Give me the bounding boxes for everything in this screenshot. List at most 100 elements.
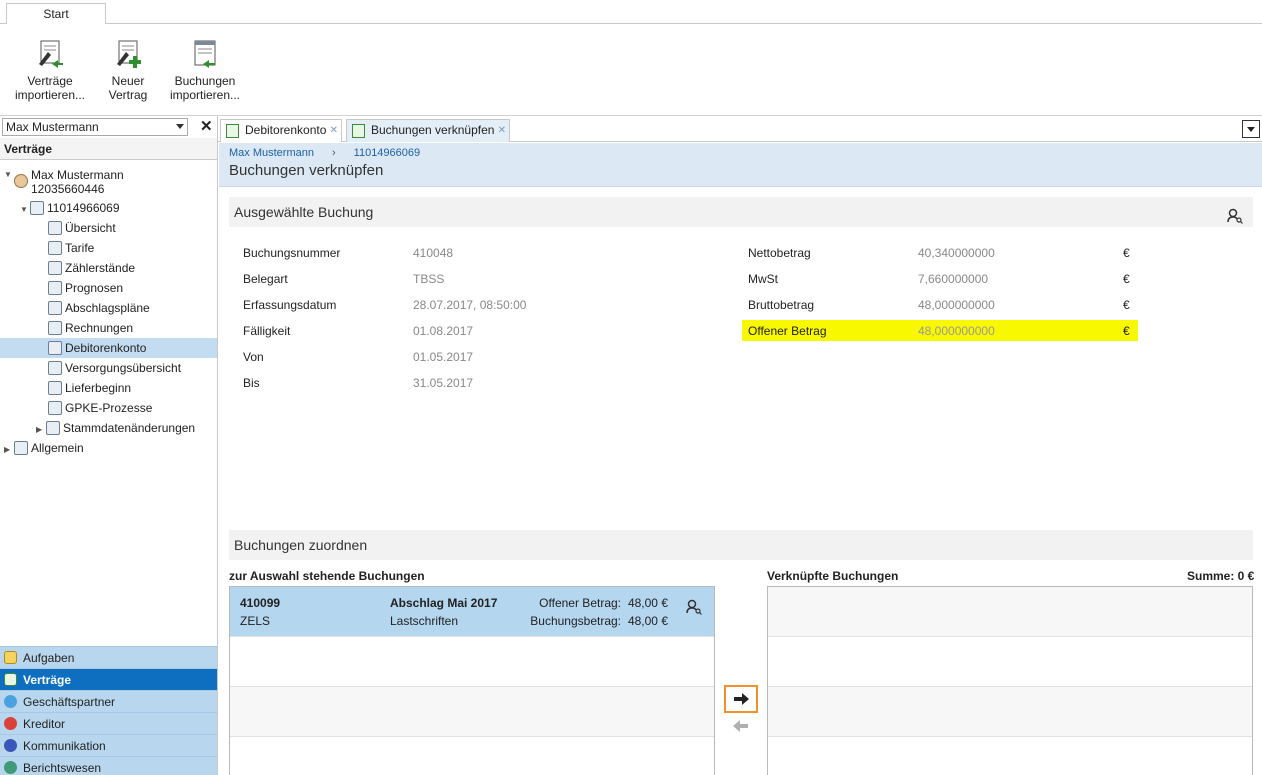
tree-item-label: Debitorenkonto: [65, 341, 147, 355]
import-contracts-button[interactable]: Verträge importieren...: [12, 38, 88, 102]
new-contract-label-1: Neuer: [111, 74, 145, 88]
section-title: Ausgewählte Buchung: [234, 204, 374, 220]
tree-item-label: Abschlagspläne: [65, 301, 150, 315]
close-icon[interactable]: ✕: [498, 120, 506, 141]
page-header: Max Mustermann › 11014966069 Buchungen ver…: [219, 143, 1262, 187]
nav-creditor[interactable]: Kreditor: [0, 712, 217, 734]
booking-row[interactable]: 410099 ZELS Abschlag Mai 2017 Lastschrif…: [230, 587, 714, 637]
empty-row: [768, 687, 1252, 737]
tree-item-label: Tarife: [65, 241, 95, 255]
link-booking-button[interactable]: [724, 685, 758, 713]
nav-label: Berichtswesen: [23, 761, 102, 775]
field-entry-date: Erfassungsdatum 28.07.2017, 08:50:00: [243, 298, 527, 312]
booking-subtitle: Lastschriften: [390, 614, 459, 628]
tree-node-general[interactable]: ▶ Allgemein: [4, 438, 84, 458]
new-contract-icon: [112, 38, 144, 70]
contract-icon: [226, 124, 239, 138]
tree-item-invoices[interactable]: Rechnungen: [48, 318, 133, 338]
tree-item-forecasts[interactable]: Prognosen: [48, 278, 123, 298]
sum-label: Summe: 0 €: [1187, 569, 1255, 583]
nav-label: Geschäftspartner: [23, 695, 116, 709]
expand-icon[interactable]: ▶: [36, 420, 46, 440]
person-name: Max Mustermann: [31, 168, 124, 182]
field-open-amount: Offener Betrag 48,000000000 €: [748, 324, 1130, 338]
tree-item-installment-plans[interactable]: Abschlagspläne: [48, 298, 150, 318]
empty-row: [230, 687, 714, 737]
ribbon-tab-start[interactable]: Start: [6, 3, 106, 25]
overview-icon: [48, 221, 62, 235]
field-gross-amount: Bruttobetrag 48,000000000 €: [748, 298, 1130, 312]
collapse-button[interactable]: [1242, 120, 1260, 138]
contract-icon: [4, 673, 17, 686]
booking-type: ZELS: [240, 614, 271, 628]
import-contracts-icon: [34, 38, 66, 70]
breadcrumb-contract[interactable]: 11014966069: [354, 147, 420, 159]
creditor-icon: [4, 717, 17, 730]
chevron-down-icon: [176, 124, 184, 129]
import-bookings-icon: [189, 38, 221, 70]
tree-item-supply-overview[interactable]: Versorgungsübersicht: [48, 358, 181, 378]
close-icon[interactable]: ✕: [330, 120, 338, 141]
tree-item-debtor-account[interactable]: Debitorenkonto: [0, 338, 217, 358]
breadcrumb: Max Mustermann › 11014966069: [229, 147, 438, 159]
import-bookings-label-2: importieren...: [169, 88, 241, 102]
tree-node-contract[interactable]: ▼ 11014966069: [20, 198, 120, 218]
left-panel: Max Mustermann ✕ Verträge ▼ Max Musterma…: [0, 116, 218, 775]
expand-icon[interactable]: ▼: [4, 168, 14, 182]
tab-debtor-account[interactable]: Debitorenkonto ✕: [220, 119, 342, 142]
tree-item-supply-start[interactable]: Lieferbeginn: [48, 378, 131, 398]
nav-label: Aufgaben: [23, 651, 75, 665]
tree-item-gpke-processes[interactable]: GPKE-Prozesse: [48, 398, 152, 418]
master-data-icon: [46, 421, 60, 435]
section-title: Buchungen zuordnen: [234, 537, 368, 553]
nav-communication[interactable]: Kommunikation: [0, 734, 217, 756]
nav-label: Kommunikation: [23, 739, 106, 753]
nav-tasks[interactable]: Aufgaben: [0, 646, 217, 668]
import-contracts-label-1: Verträge: [27, 74, 73, 88]
tree-item-meter-readings[interactable]: Zählerstände: [48, 258, 135, 278]
unlink-booking-button[interactable]: [731, 718, 751, 734]
expand-icon[interactable]: ▼: [20, 200, 30, 220]
nav-contracts[interactable]: Verträge: [0, 668, 217, 690]
search-person-icon[interactable]: [686, 599, 702, 618]
empty-row: [230, 637, 714, 687]
close-icon[interactable]: ✕: [200, 117, 213, 135]
search-person-icon[interactable]: [1227, 204, 1243, 234]
module-nav: Aufgaben Verträge Geschäftspartner Kredi…: [0, 646, 217, 775]
breadcrumb-partner[interactable]: Max Mustermann: [229, 147, 314, 159]
tree-item-label: Prognosen: [65, 281, 124, 295]
nav-reports[interactable]: Berichtswesen: [0, 756, 217, 775]
import-bookings-button[interactable]: Buchungen importieren...: [166, 38, 244, 102]
assign-bookings-header: Buchungen zuordnen: [229, 530, 1253, 560]
new-contract-button[interactable]: Neuer Vertrag: [100, 38, 156, 102]
tree-node-master-data-changes[interactable]: ▶ Stammdatenänderungen: [36, 418, 195, 438]
clipboard-icon: [4, 651, 17, 664]
field-net-amount: Nettobetrag 40,340000000 €: [748, 246, 1130, 260]
invoice-icon: [48, 321, 62, 335]
tree-item-label: Stammdatenänderungen: [63, 421, 196, 435]
tree-node-person[interactable]: ▼ Max Mustermann 12035660446: [4, 168, 124, 198]
booking-title: Abschlag Mai 2017: [390, 596, 498, 610]
nav-business-partners[interactable]: Geschäftspartner: [0, 690, 217, 712]
partner-select[interactable]: Max Mustermann: [2, 118, 188, 136]
document-tabs: Debitorenkonto ✕ Buchungen verknüpfen ✕: [218, 116, 1262, 142]
page-title: Buchungen verknüpfen: [229, 162, 384, 179]
tab-label: Debitorenkonto: [245, 123, 327, 137]
tab-link-bookings[interactable]: Buchungen verknüpfen ✕: [346, 119, 510, 142]
tree-item-overview[interactable]: Übersicht: [48, 218, 116, 238]
expand-icon[interactable]: ▶: [4, 440, 14, 460]
contract-icon: [30, 201, 44, 215]
tree-item-label: Lieferbeginn: [65, 381, 132, 395]
arrow-right-icon: [734, 693, 749, 705]
partner-select-value: Max Mustermann: [6, 120, 99, 134]
empty-row: [768, 587, 1252, 637]
communication-icon: [4, 739, 17, 752]
open-amount-label: Offener Betrag:: [539, 596, 621, 610]
tree-item-tariffs[interactable]: Tarife: [48, 238, 94, 258]
new-contract-label-2: Vertrag: [108, 88, 148, 102]
available-bookings-list: 410099 ZELS Abschlag Mai 2017 Lastschrif…: [229, 586, 715, 775]
general-icon: [14, 441, 28, 455]
tree-item-label: Rechnungen: [65, 321, 134, 335]
installment-plan-icon: [48, 301, 62, 315]
open-amount-value: 48,00 €: [627, 596, 668, 610]
